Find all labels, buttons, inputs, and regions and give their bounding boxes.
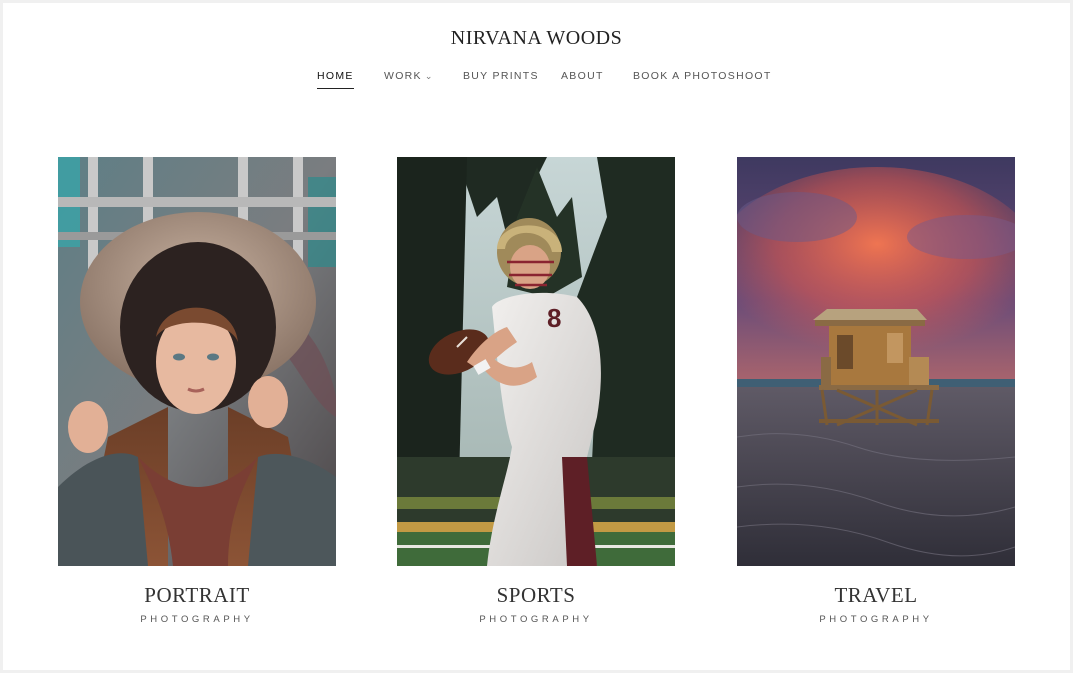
nav-item-buy-prints[interactable]: BUY PRINTS [463, 70, 539, 82]
nav-item-label: ABOUT [561, 70, 604, 82]
nav-item-label: WORK [384, 70, 422, 82]
gallery-title[interactable]: TRAVEL [737, 583, 1015, 608]
travel-photo[interactable] [737, 157, 1015, 566]
active-nav-underline [317, 88, 354, 89]
portrait-photo[interactable] [58, 157, 336, 566]
main-navigation: HOME WORK ⌄ BUY PRINTS ABOUT BOOK A PHOTO… [0, 70, 1073, 94]
gallery-subtitle: PHOTOGRAPHY [140, 614, 254, 625]
gallery-subtitle: PHOTOGRAPHY [819, 614, 933, 625]
site-title[interactable]: NIRVANA WOODS [0, 27, 1073, 50]
nav-item-about[interactable]: ABOUT [561, 70, 604, 82]
sports-photo[interactable]: 8 [397, 157, 675, 566]
nav-item-book-a-photoshoot[interactable]: BOOK A PHOTOSHOOT [633, 70, 772, 82]
nav-item-label: HOME [317, 70, 354, 82]
nav-item-work[interactable]: WORK ⌄ [384, 70, 434, 82]
nav-item-label: BUY PRINTS [463, 70, 539, 82]
svg-text:8: 8 [547, 303, 561, 333]
nav-item-label: BOOK A PHOTOSHOOT [633, 70, 772, 82]
gallery-title[interactable]: SPORTS [397, 583, 675, 608]
chevron-down-icon: ⌄ [424, 71, 434, 81]
gallery-title[interactable]: PORTRAIT [58, 583, 336, 608]
nav-item-home[interactable]: HOME [317, 70, 354, 89]
gallery-subtitle: PHOTOGRAPHY [479, 614, 593, 625]
